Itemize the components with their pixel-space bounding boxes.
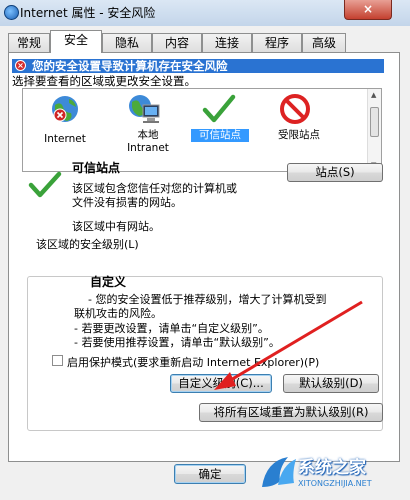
globe-warning-icon xyxy=(52,96,78,122)
tab-programs[interactable]: 程序 xyxy=(252,33,302,52)
large-checkmark-icon xyxy=(28,171,62,198)
select-zone-label: 选择要查看的区域或更改安全设置。 xyxy=(12,74,196,88)
tab-content[interactable]: 内容 xyxy=(152,33,202,52)
protected-mode-label[interactable]: 启用保护模式(要求重新启动 Internet Explorer)(P) xyxy=(67,354,319,370)
zone-label-restricted: 受限站点 xyxy=(278,129,320,141)
sites-button[interactable]: 站点(S) xyxy=(287,163,383,182)
zone-label-trusted: 可信站点 xyxy=(191,129,249,142)
warning-text: 您的安全设置导致计算机存在安全风险 xyxy=(32,59,228,73)
zone-description-line-2: 文件没有损害的网站。 xyxy=(72,196,182,209)
default-level-button[interactable]: 默认级别(D) xyxy=(283,374,379,393)
ie-app-icon xyxy=(4,5,19,20)
zone-title: 可信站点 xyxy=(72,161,121,175)
scroll-thumb[interactable] xyxy=(370,107,379,137)
title-bar: Internet 属性 - 安全风险 × xyxy=(0,0,410,26)
security-level-label: 该区域的安全级别(L) xyxy=(33,236,142,252)
checkmark-icon xyxy=(202,94,236,123)
security-level-line-2: 联机攻击的风险。 xyxy=(74,307,162,320)
zone-item-restricted[interactable]: 受限站点 xyxy=(259,89,335,171)
zone-scrollbar[interactable]: ▲ ▼ xyxy=(367,89,381,171)
zone-item-trusted[interactable]: 可信站点 xyxy=(187,89,253,171)
watermark: 系统之家 XITONGZHIJIA.NET xyxy=(258,449,408,499)
close-button[interactable]: × xyxy=(344,0,392,20)
window-title: Internet 属性 - 安全风险 xyxy=(20,6,156,20)
dialog: 常规 安全 隐私 内容 连接 程序 高级 × 您的安全设置导致计算机存在安全风险… xyxy=(0,26,410,500)
tab-advanced[interactable]: 高级 xyxy=(302,33,346,52)
protected-mode-checkbox[interactable] xyxy=(52,355,63,366)
warning-shield-icon: × xyxy=(15,60,26,71)
watermark-url: XITONGZHIJIA.NET xyxy=(298,479,372,488)
custom-level-button[interactable]: 自定义级别(C)... xyxy=(170,374,272,393)
tab-security[interactable]: 安全 xyxy=(50,30,102,53)
reset-all-zones-button[interactable]: 将所有区域重置为默认级别(R) xyxy=(199,403,383,422)
tab-connections[interactable]: 连接 xyxy=(202,33,252,52)
security-level-line-4: - 若要使用推荐设置，请单击“默认级别”。 xyxy=(74,336,280,349)
zone-has-sites-text: 该区域中有网站。 xyxy=(72,220,160,233)
intranet-computer-icon xyxy=(129,95,160,123)
security-warning-bar[interactable]: × 您的安全设置导致计算机存在安全风险 xyxy=(12,59,384,73)
watermark-logo-icon xyxy=(262,457,296,487)
tab-privacy[interactable]: 隐私 xyxy=(102,33,152,52)
zone-label-internet: Internet xyxy=(44,133,86,145)
no-entry-icon xyxy=(280,94,310,124)
security-level-title: 自定义 xyxy=(90,275,127,289)
ok-button[interactable]: 确定 xyxy=(174,464,246,484)
scroll-up-arrow[interactable]: ▲ xyxy=(371,91,376,99)
zone-label-intranet: 本地 Intranet xyxy=(127,129,169,154)
watermark-brand: 系统之家 xyxy=(298,458,366,478)
tab-general[interactable]: 常规 xyxy=(8,33,50,52)
